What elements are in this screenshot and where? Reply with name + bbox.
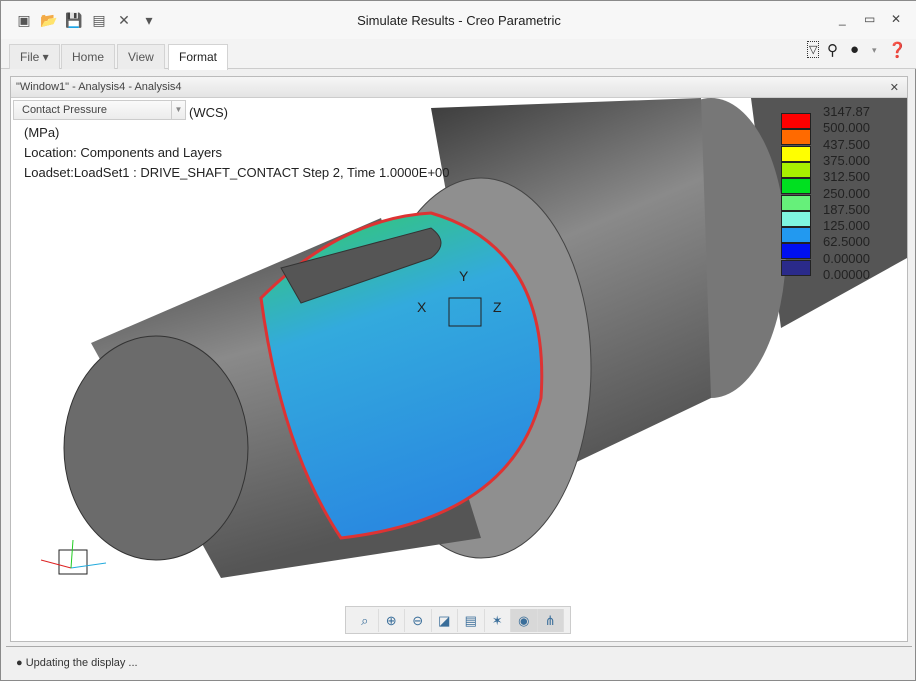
refit-icon[interactable]: ⌕ bbox=[352, 609, 379, 632]
display-style-icon[interactable]: ◪ bbox=[432, 609, 458, 632]
ribbon-tabs: File ▾ Home View Format bbox=[1, 39, 916, 70]
svg-text:Y: Y bbox=[459, 268, 469, 284]
spin-center-icon[interactable]: ✶ bbox=[485, 609, 511, 632]
result-quantity-value: Contact Pressure bbox=[22, 104, 107, 116]
legend-swatch bbox=[781, 145, 811, 162]
legend-swatch bbox=[781, 178, 811, 195]
legend-value: 3147.87 bbox=[823, 104, 870, 119]
legend-swatch bbox=[781, 210, 811, 227]
legend-value: 250.000 bbox=[823, 185, 870, 201]
status-bar: ● Updating the display ... bbox=[6, 646, 912, 678]
legend-swatch bbox=[781, 129, 811, 146]
zoom-out-icon[interactable]: ⊖ bbox=[405, 609, 432, 632]
view-toolbar: ⌕ ⊕ ⊖ ◪ ▤ ✶ ◉ ⋔ bbox=[345, 606, 571, 634]
legend-value: 375.000 bbox=[823, 152, 870, 168]
tab-view[interactable]: View bbox=[117, 44, 165, 69]
legend-swatch bbox=[781, 113, 811, 129]
shaft-end-face bbox=[63, 335, 249, 561]
close-icon[interactable]: ✕ bbox=[890, 81, 899, 94]
graphics-window-title-text: "Window1" - Analysis4 - Analysis4 bbox=[16, 81, 182, 93]
legend-value: 0.00000 bbox=[823, 250, 870, 266]
help-icon[interactable]: ❓ bbox=[888, 41, 907, 59]
legend-value: 62.5000 bbox=[823, 234, 870, 250]
legend-swatch bbox=[781, 227, 811, 244]
minimize-button[interactable]: _ bbox=[839, 12, 846, 26]
zoom-in-icon[interactable]: ⊕ bbox=[379, 609, 405, 632]
graphics-window-title: "Window1" - Analysis4 - Analysis4 ✕ bbox=[11, 77, 907, 98]
tab-format[interactable]: Format bbox=[168, 44, 229, 70]
close-button[interactable]: ✕ bbox=[891, 12, 901, 26]
legend-swatch bbox=[781, 243, 811, 260]
community-icon[interactable]: ● bbox=[850, 41, 859, 58]
legend-value: 125.000 bbox=[823, 218, 870, 234]
triad-icon bbox=[40, 539, 107, 575]
datum-display-icon[interactable]: ⋔ bbox=[537, 609, 564, 632]
svg-text:X: X bbox=[417, 299, 427, 315]
legend-value: 437.500 bbox=[823, 136, 870, 152]
location-label: Location: Components and Layers bbox=[24, 145, 223, 160]
saved-views-icon[interactable]: ▤ bbox=[458, 609, 485, 632]
status-text: Updating the display ... bbox=[25, 657, 138, 669]
annotation-display-icon[interactable]: ◉ bbox=[511, 609, 538, 632]
tab-home[interactable]: Home bbox=[61, 44, 116, 69]
tab-file[interactable]: File ▾ bbox=[9, 44, 60, 69]
legend-swatch bbox=[781, 194, 811, 211]
model-viewport[interactable]: Y X Z Contact Pressure ▼ (WCS) (MPa) Locati… bbox=[11, 98, 907, 641]
result-quantity-select[interactable]: Contact Pressure ▼ bbox=[13, 100, 186, 120]
window-title: Simulate Results - Creo Parametric bbox=[357, 13, 561, 28]
legend-swatch bbox=[781, 259, 811, 276]
graphics-window: "Window1" - Analysis4 - Analysis4 ✕ Y X Z bbox=[10, 76, 908, 642]
ribbon-collapse-icon[interactable]: ▽ bbox=[807, 41, 820, 58]
loadset-label: Loadset:LoadSet1 : DRIVE_SHAFT_CONTACT S… bbox=[24, 165, 450, 180]
legend-value: 0.00000 bbox=[823, 267, 870, 282]
units-label: (MPa) bbox=[24, 125, 60, 140]
restore-button[interactable]: ▭ bbox=[864, 12, 875, 26]
legend-value: 500.000 bbox=[823, 120, 870, 136]
csys-label: (WCS) bbox=[189, 105, 228, 120]
legend-swatch bbox=[781, 161, 811, 178]
legend-value: 312.500 bbox=[823, 169, 870, 185]
search-icon[interactable]: ⚲ bbox=[827, 41, 838, 59]
title-bar: ▣ 📂 💾 ▤ ✕ ▾ Simulate Results - Creo Parametri… bbox=[1, 1, 916, 39]
chevron-down-icon[interactable]: ▼ bbox=[171, 101, 185, 119]
svg-text:Z: Z bbox=[493, 299, 502, 315]
chevron-down-icon[interactable]: ▾ bbox=[872, 45, 877, 56]
legend-value: 187.500 bbox=[823, 201, 870, 217]
